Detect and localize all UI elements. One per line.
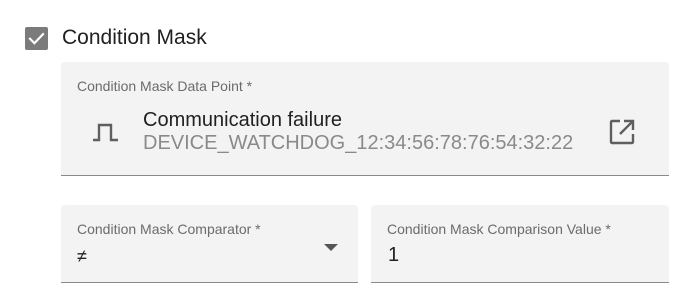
condition-mask-panel: Condition Mask Condition Mask Data Point… bbox=[0, 0, 693, 306]
comparison-value: 1 bbox=[388, 244, 400, 266]
condition-mask-label[interactable]: Condition Mask bbox=[62, 26, 207, 50]
data-point-field[interactable]: Condition Mask Data Point * Communicatio… bbox=[61, 62, 669, 176]
dropdown-arrow-icon[interactable] bbox=[319, 235, 343, 259]
data-point-field-label: Condition Mask Data Point * bbox=[77, 78, 253, 94]
checkmark-icon bbox=[28, 32, 45, 45]
digital-signal-icon bbox=[93, 123, 118, 142]
comparator-value: ≠ bbox=[77, 246, 87, 266]
data-point-name: Communication failure bbox=[143, 109, 342, 131]
open-in-new-icon[interactable] bbox=[606, 116, 638, 148]
condition-mask-checkbox[interactable] bbox=[25, 27, 48, 50]
comparator-select[interactable]: Condition Mask Comparator * ≠ bbox=[61, 205, 358, 283]
comparison-value-label: Condition Mask Comparison Value * bbox=[387, 221, 611, 237]
comparison-value-input[interactable]: Condition Mask Comparison Value * 1 bbox=[371, 205, 669, 283]
comparator-label: Condition Mask Comparator * bbox=[77, 221, 261, 237]
data-point-id: DEVICE_WATCHDOG_12:34:56:78:76:54:32:22 bbox=[143, 132, 574, 154]
